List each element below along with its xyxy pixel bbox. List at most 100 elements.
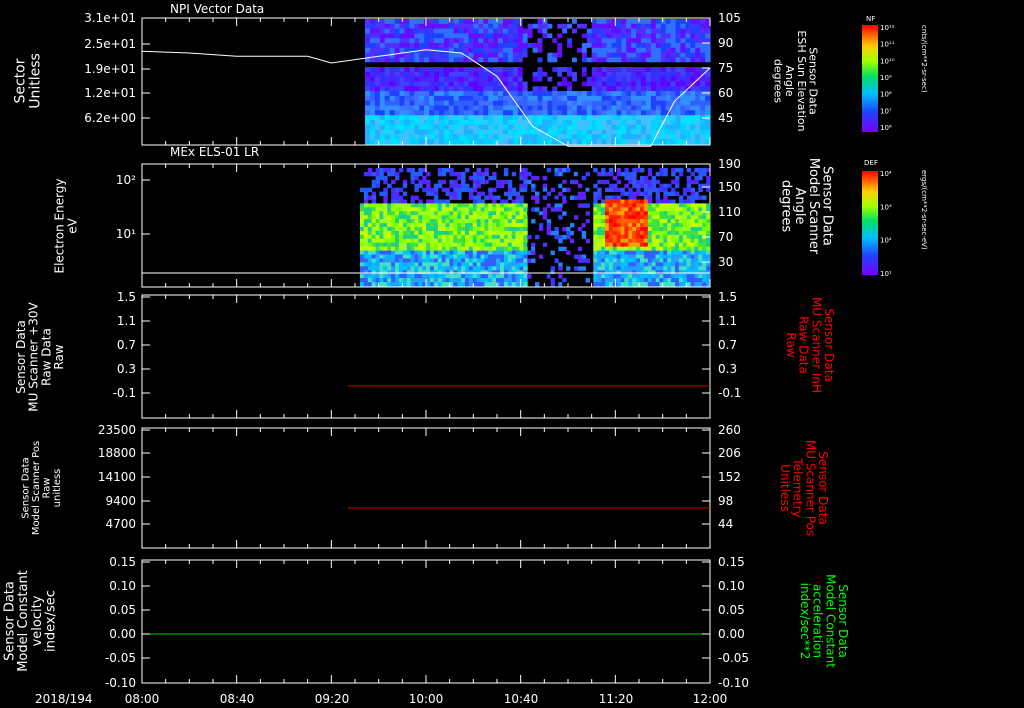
heatmap-cell <box>519 215 524 220</box>
heatmap-cell <box>523 227 528 232</box>
heatmap-cell <box>365 19 371 25</box>
heatmap-cell <box>686 195 692 200</box>
heatmap-cell <box>621 67 627 73</box>
heatmap-cell <box>434 139 440 145</box>
heatmap-cell <box>519 266 524 271</box>
heatmap-cell <box>601 246 606 252</box>
heatmap-cell <box>394 115 401 121</box>
heatmap-cell <box>572 43 578 49</box>
heatmap-cell <box>643 282 649 287</box>
heatmap-cell <box>379 95 386 102</box>
heatmap-cell <box>655 254 660 259</box>
heatmap-cell <box>647 282 653 287</box>
heatmap-cell <box>395 262 400 267</box>
heatmap-cell <box>379 33 386 39</box>
heatmap-cell <box>702 168 707 173</box>
heatmap-cell <box>685 124 691 131</box>
heatmap-cell <box>398 168 404 173</box>
heatmap-cell <box>429 95 435 102</box>
heatmap-cell <box>690 129 696 135</box>
heatmap-cell <box>558 246 563 252</box>
heatmap-cell <box>398 207 404 212</box>
heatmap-cell <box>608 278 614 283</box>
heatmap-cell <box>488 62 494 68</box>
heatmap-cell <box>596 23 603 30</box>
heatmap-cell <box>472 207 478 212</box>
heatmap-cell <box>472 179 478 185</box>
heatmap-cell <box>558 282 563 287</box>
heatmap-cell <box>488 203 493 208</box>
heatmap-cell <box>611 100 617 107</box>
heatmap-cell <box>483 57 489 63</box>
heatmap-cell <box>645 43 652 49</box>
heatmap-cell <box>705 47 711 54</box>
heatmap-cell <box>480 230 485 236</box>
heatmap-cell <box>606 47 612 54</box>
left-axis-label: Sector <box>13 58 29 103</box>
heatmap-cell <box>409 33 415 39</box>
heatmap-cell <box>384 139 391 145</box>
heatmap-cell <box>641 71 647 78</box>
heatmap-cell <box>472 262 478 267</box>
heatmap-cell <box>363 250 369 255</box>
heatmap-cell <box>473 139 479 145</box>
heatmap-cell <box>527 187 532 193</box>
heatmap-cell <box>537 62 543 68</box>
heatmap-cell <box>616 203 622 208</box>
heatmap-cell <box>636 266 641 271</box>
heatmap-cell <box>369 47 376 54</box>
heatmap-cell <box>558 171 563 177</box>
heatmap-cell <box>632 282 637 287</box>
heatmap-cell <box>493 43 499 49</box>
heatmap-cell <box>531 250 536 255</box>
heatmap-cell <box>645 81 652 87</box>
heatmap-cell <box>414 67 420 73</box>
heatmap-cell <box>558 234 563 240</box>
heatmap-cell <box>631 62 637 68</box>
heatmap-cell <box>488 95 494 102</box>
heatmap-cell <box>468 195 474 200</box>
panel-npi: NPI Vector Data 3.1e+012.5e+011.9e+011.2… <box>84 2 741 147</box>
heatmap-cell <box>410 207 415 212</box>
heatmap-cell <box>641 91 647 97</box>
heatmap-cell <box>606 38 612 44</box>
heatmap-cell <box>374 43 381 49</box>
heatmap-cell <box>640 179 645 185</box>
heatmap-cell <box>680 134 686 140</box>
heatmap-cell <box>531 230 536 236</box>
heatmap-cell <box>434 52 440 59</box>
panel-els: MEx ELS-01 LR 10²10¹1901501107030 <box>116 145 741 288</box>
heatmap-cell <box>492 175 497 181</box>
heatmap-cell <box>606 71 612 78</box>
heatmap-cell <box>591 57 598 63</box>
heatmap-cell <box>636 282 641 287</box>
heatmap-cell <box>626 110 632 116</box>
heatmap-cell <box>577 171 583 177</box>
heatmap-cell <box>374 95 381 102</box>
heatmap-cell <box>700 33 706 39</box>
heatmap-cell <box>379 258 384 263</box>
right-axis-label: Sensor Data <box>819 166 834 246</box>
heatmap-cell <box>632 183 637 189</box>
heatmap-cell <box>426 254 431 259</box>
heatmap-cell <box>660 57 667 63</box>
heatmap-cell <box>429 124 435 131</box>
heatmap-cell <box>612 207 618 212</box>
heatmap-cell <box>675 81 681 87</box>
heatmap-cell <box>493 19 499 25</box>
heatmap-cell <box>695 33 701 39</box>
heatmap-cell <box>531 242 536 248</box>
heatmap-cell <box>449 254 454 259</box>
heatmap-cell <box>517 76 524 83</box>
heatmap-cell <box>399 57 405 63</box>
heatmap-cell <box>522 76 529 83</box>
heatmap-cell <box>496 230 501 236</box>
heatmap-cell <box>458 81 465 87</box>
heatmap-cell <box>453 134 460 140</box>
heatmap-cell <box>581 81 588 87</box>
heatmap-cell <box>647 211 653 216</box>
heatmap-cell <box>461 211 466 216</box>
heatmap-cell <box>670 47 677 54</box>
heatmap-cell <box>511 227 517 232</box>
heatmap-cell <box>608 183 614 189</box>
